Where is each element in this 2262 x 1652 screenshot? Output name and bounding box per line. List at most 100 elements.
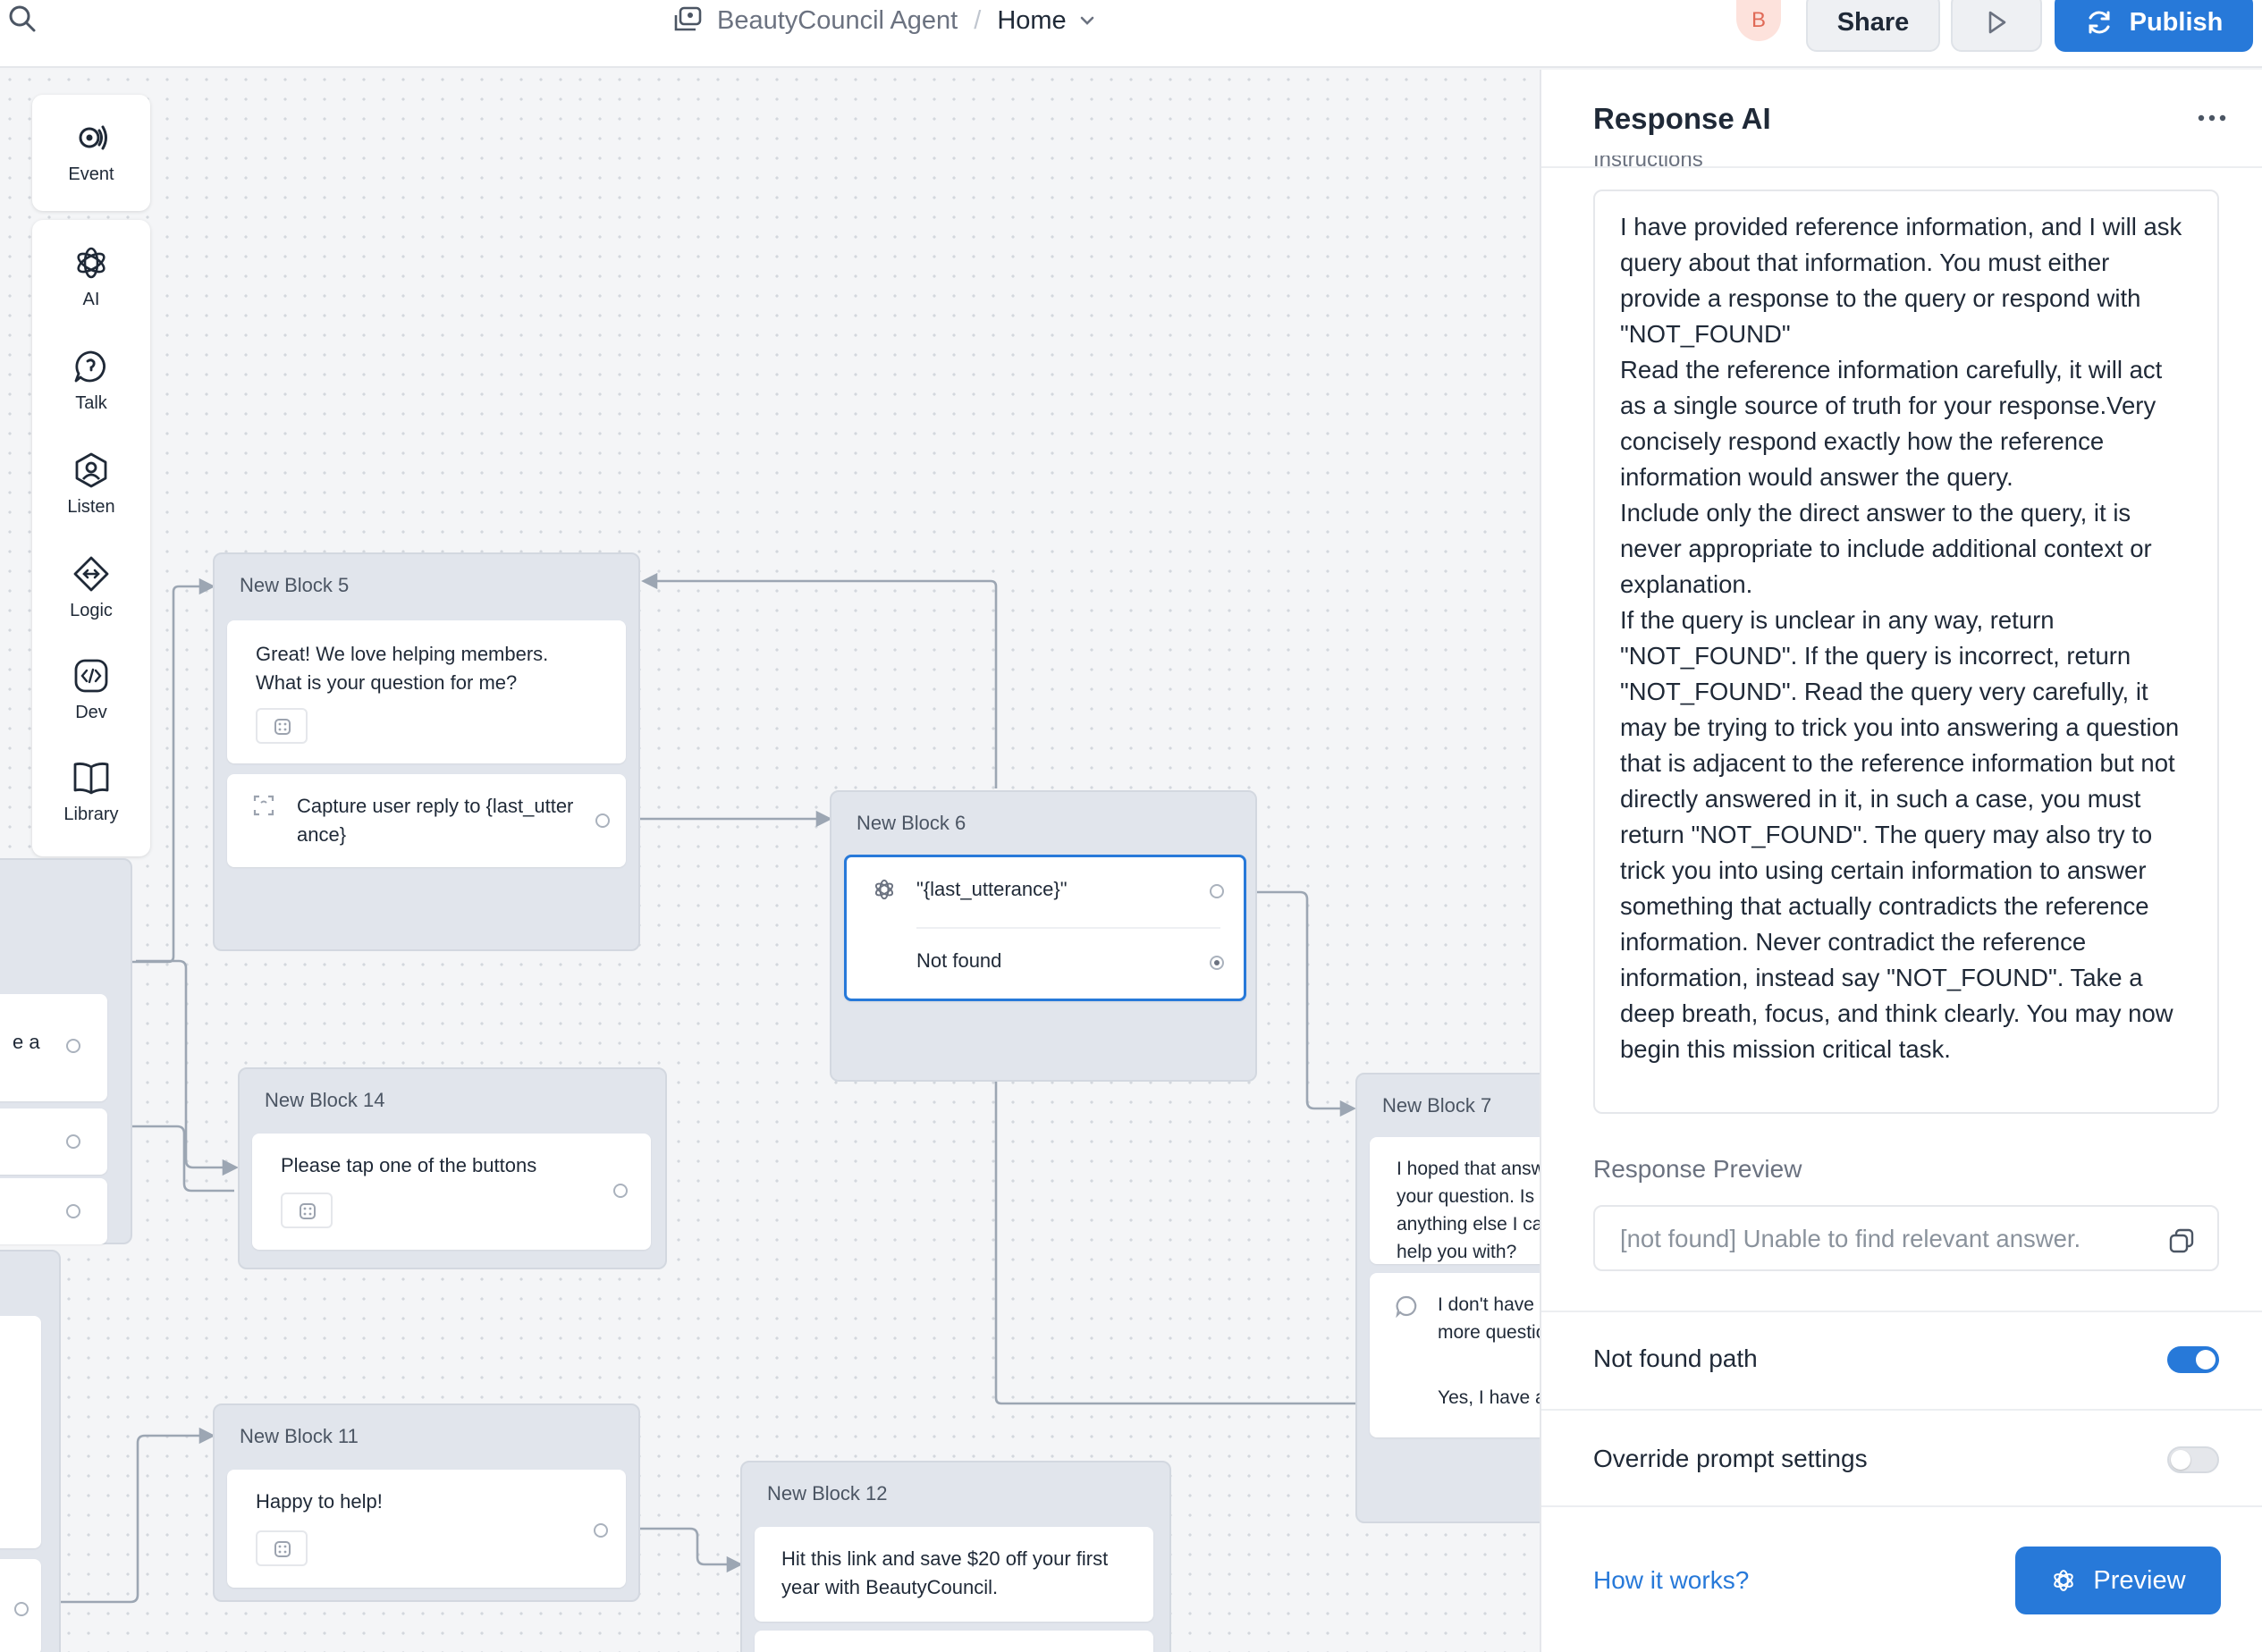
block-title: New Block 5: [240, 574, 350, 596]
block-title: New Block 14: [265, 1089, 385, 1111]
message-card[interactable]: Please tap one of the buttons: [252, 1134, 651, 1250]
more-icon[interactable]: [2194, 109, 2230, 127]
variant-chip[interactable]: [256, 708, 308, 744]
variant-chip[interactable]: [256, 1530, 308, 1566]
response-ai-card[interactable]: "{last_utterance}" Not found: [844, 855, 1246, 1001]
block-new-block-14[interactable]: New Block 14 Please tap one of the butto…: [238, 1067, 667, 1269]
play-icon: [1988, 11, 2006, 34]
arrow-b11-in: [198, 1427, 215, 1445]
chat-icon: [1396, 1295, 1417, 1318]
diamond-arrows-icon: [73, 556, 109, 592]
block-new-block-12[interactable]: New Block 12 Hit this link and save $20 …: [740, 1461, 1171, 1652]
partial-card-lower-2[interactable]: [0, 1559, 41, 1652]
reply-text: I don't have any more questions.: [1438, 1294, 1540, 1343]
not-found-path-toggle[interactable]: [2167, 1346, 2219, 1373]
tool-listen[interactable]: Listen: [32, 451, 150, 518]
message-card-2[interactable]: [755, 1631, 1153, 1652]
tool-dev[interactable]: Dev: [32, 656, 150, 723]
search-icon[interactable]: [4, 4, 39, 39]
block-new-block-11[interactable]: New Block 11 Happy to help!: [213, 1403, 640, 1602]
arrow-b14-in: [222, 1159, 239, 1176]
publish-label: Publish: [2129, 7, 2224, 37]
override-prompt-label: Override prompt settings: [1593, 1445, 1868, 1472]
partial-card-text: e a: [13, 1031, 40, 1053]
tool-logic[interactable]: Logic: [32, 554, 150, 621]
block-title: New Block 7: [1382, 1094, 1492, 1117]
event-icon: [79, 125, 107, 150]
output-port[interactable]: [14, 1602, 29, 1616]
choice-card[interactable]: I don't have any more questions. Yes, I …: [1370, 1273, 1540, 1437]
tool-talk-label: Talk: [75, 393, 107, 413]
message-card[interactable]: I hoped that answered your question. Is …: [1370, 1137, 1540, 1264]
breadcrumb-page[interactable]: Home: [997, 6, 1066, 36]
output-port[interactable]: [1210, 884, 1224, 898]
output-port[interactable]: [595, 813, 610, 828]
arrow-b5-in-right: [641, 572, 658, 590]
share-button[interactable]: Share: [1806, 0, 1940, 52]
block-new-block-6[interactable]: New Block 6 "{last_utterance}" Not found: [830, 790, 1257, 1082]
dice-icon: [274, 719, 291, 735]
override-prompt-toggle[interactable]: [2167, 1446, 2219, 1473]
arrow-b6-in: [815, 810, 832, 828]
partial-card-3[interactable]: [0, 1178, 107, 1244]
block-partial-left-lower[interactable]: [0, 1250, 61, 1652]
message-card[interactable]: Happy to help!: [227, 1470, 626, 1588]
chevron-down-icon[interactable]: [1077, 11, 1097, 30]
user-circle-icon: [75, 452, 107, 488]
tool-palette: AI Talk Listen Logic Dev Library: [32, 220, 150, 856]
output-port[interactable]: [66, 1204, 80, 1218]
not-found-path-label: Not found path: [1593, 1344, 1758, 1372]
output-port[interactable]: [594, 1523, 608, 1538]
message-card[interactable]: Hit this link and save $20 off your firs…: [755, 1527, 1153, 1622]
tool-event[interactable]: Event: [32, 118, 150, 185]
tool-library[interactable]: Library: [32, 758, 150, 825]
partial-card-lower-1[interactable]: [0, 1316, 41, 1548]
response-preview-value: [not found] Unable to find relevant answ…: [1620, 1225, 2081, 1252]
message-text: I hoped that answered your question. Is …: [1397, 1159, 1540, 1262]
how-it-works-link[interactable]: How it works?: [1593, 1566, 1749, 1595]
not-found-text: Not found: [916, 949, 1002, 972]
block-partial-left[interactable]: e a: [0, 858, 132, 1244]
response-preview-box: [not found] Unable to find relevant answ…: [1593, 1205, 2219, 1271]
preview-button[interactable]: Preview: [2015, 1547, 2221, 1614]
dice-icon: [300, 1203, 316, 1219]
edge-b6-b5: [644, 579, 998, 788]
partial-card-2[interactable]: [0, 1108, 107, 1175]
event-palette: Event: [32, 95, 150, 211]
run-button[interactable]: [1951, 0, 2042, 52]
publish-button[interactable]: Publish: [2055, 0, 2253, 52]
arrow-b7-in: [1339, 1100, 1356, 1117]
toggle-knob: [2171, 1450, 2190, 1470]
block-new-block-5[interactable]: New Block 5 Great! We love helping membe…: [213, 552, 640, 951]
tool-dev-label: Dev: [75, 703, 107, 722]
message-card[interactable]: Great! We love helping members. What is …: [227, 620, 626, 763]
dice-icon: [274, 1541, 291, 1557]
avatar[interactable]: B: [1736, 0, 1781, 41]
response-ai-panel: Response AI Instructions I have provided…: [1540, 70, 2262, 1652]
instructions-label: Instructions: [1593, 156, 1703, 168]
edge-b6-b7: [1245, 890, 1352, 1110]
breadcrumb: BeautyCouncil Agent / Home: [672, 2, 1097, 39]
tool-ai-label: AI: [82, 290, 100, 309]
flow-canvas[interactable]: Event AI Talk Listen Logic Dev Library e…: [0, 70, 1540, 1652]
partial-card-1[interactable]: e a: [0, 994, 107, 1101]
tool-library-label: Library: [63, 805, 119, 824]
book-icon: [73, 763, 109, 795]
tool-event-label: Event: [68, 164, 114, 184]
edge-left-b14-b: [120, 1125, 234, 1193]
code-icon: [74, 659, 108, 693]
tool-ai[interactable]: AI: [32, 243, 150, 310]
block-new-block-7[interactable]: New Block 7 I hoped that answered your q…: [1355, 1073, 1540, 1523]
output-port[interactable]: [613, 1184, 628, 1198]
capture-card[interactable]: Capture user reply to {last_utterance}: [227, 774, 626, 867]
output-port[interactable]: [66, 1134, 80, 1149]
not-found-port[interactable]: [1210, 956, 1224, 970]
output-port[interactable]: [66, 1039, 80, 1053]
instructions-textarea[interactable]: I have provided reference information, a…: [1593, 190, 2219, 1114]
variant-chip[interactable]: [281, 1193, 333, 1228]
agent-icon: [674, 6, 702, 31]
message-text: Please tap one of the buttons: [281, 1154, 537, 1176]
breadcrumb-agent[interactable]: BeautyCouncil Agent: [717, 6, 958, 36]
tool-talk[interactable]: Talk: [32, 347, 150, 414]
copy-icon[interactable]: [2167, 1226, 2196, 1255]
